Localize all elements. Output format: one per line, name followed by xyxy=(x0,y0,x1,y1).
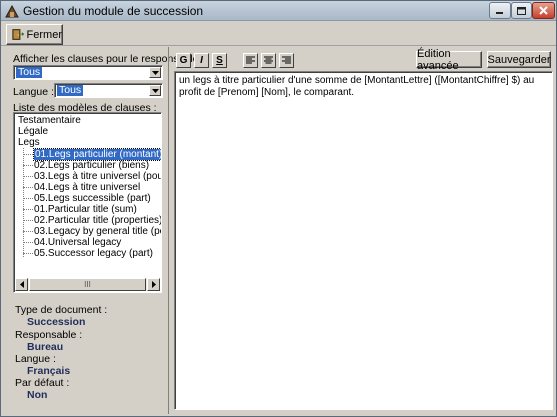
doc-type-value: Succession xyxy=(27,316,86,328)
clause-tree[interactable]: Testamentaire Légale Legs 01.Legs partic… xyxy=(13,112,162,293)
tree-connector xyxy=(23,231,33,232)
toolbar: Fermer xyxy=(1,22,556,46)
clause-text-editor[interactable]: un legs à titre particulier d'une somme … xyxy=(174,71,553,410)
maximize-button[interactable] xyxy=(511,2,532,19)
window-title: Gestion du module de succession xyxy=(23,4,204,18)
language-label: Langue : xyxy=(15,353,56,365)
align-left-button[interactable] xyxy=(243,53,258,68)
tree-item[interactable]: 01.Particular title (sum) xyxy=(34,204,137,215)
tree-item[interactable]: 03.Legs à titre universel (pourcentage) xyxy=(34,171,161,182)
app-icon xyxy=(5,4,19,18)
minimize-icon xyxy=(496,11,503,14)
bold-button[interactable]: G xyxy=(176,53,191,68)
save-button[interactable]: Sauvegarder xyxy=(487,51,551,68)
tree-connector xyxy=(23,187,33,188)
tree-item[interactable]: 02.Particular title (properties) xyxy=(34,215,161,226)
door-exit-icon xyxy=(12,29,24,40)
tree-connector xyxy=(23,253,33,254)
editor-panel: G I S Édition avancée Sauvegarder un leg… xyxy=(168,47,555,414)
left-panel: Afficher les clauses pour le responsable… xyxy=(5,47,204,414)
align-left-icon xyxy=(246,56,255,64)
fermer-label: Fermer xyxy=(26,28,62,41)
chevron-left-icon xyxy=(19,281,24,288)
maximize-icon xyxy=(517,6,526,15)
responsible-value: Bureau xyxy=(27,341,64,353)
main-window: Gestion du module de succession Fermer A… xyxy=(0,0,557,417)
tree-connector xyxy=(23,176,33,177)
tree-connector xyxy=(23,154,33,155)
responsible-select[interactable]: Tous xyxy=(13,65,163,80)
align-center-button[interactable] xyxy=(261,53,276,68)
tree-category[interactable]: Testamentaire xyxy=(18,115,81,126)
tree-connector xyxy=(23,220,33,221)
fermer-button[interactable]: Fermer xyxy=(6,24,63,45)
tree-item[interactable]: 05.Legs successible (part) xyxy=(34,193,151,204)
scroll-right-button[interactable] xyxy=(147,278,160,291)
tree-connector xyxy=(23,242,33,243)
close-icon xyxy=(539,6,548,15)
default-value: Non xyxy=(27,389,48,401)
align-center-icon xyxy=(264,56,273,64)
tree-connector xyxy=(23,165,33,166)
scroll-thumb[interactable]: III xyxy=(29,278,146,291)
default-label: Par défaut : xyxy=(15,377,70,389)
title-bar[interactable]: Gestion du module de succession xyxy=(1,1,556,21)
tree-connector xyxy=(23,209,33,210)
tree-item[interactable]: 02.Legs particulier (biens) xyxy=(34,160,149,171)
tree-item-selected[interactable]: 01.Legs particulier (montant) xyxy=(32,148,161,161)
tree-category[interactable]: Legs xyxy=(18,137,40,148)
language-select-value: Tous xyxy=(57,84,84,96)
chevron-down-icon[interactable] xyxy=(149,67,161,78)
horizontal-scrollbar[interactable]: III xyxy=(15,278,160,291)
tree-category[interactable]: Légale xyxy=(18,126,48,137)
language-filter-label: Langue : xyxy=(13,86,54,98)
responsible-label: Responsable : xyxy=(15,329,83,341)
tree-item[interactable]: 04.Legs à titre universel xyxy=(34,182,140,193)
scroll-left-button[interactable] xyxy=(15,278,28,291)
language-select[interactable]: Tous xyxy=(54,83,163,98)
chevron-right-icon xyxy=(151,281,156,288)
italic-button[interactable]: I xyxy=(194,53,209,68)
chevron-down-icon[interactable] xyxy=(149,85,161,96)
tree-item[interactable]: 05.Successor legacy (part) xyxy=(34,248,153,259)
tree-item[interactable]: 04.Universal legacy xyxy=(34,237,121,248)
underline-button[interactable]: S xyxy=(212,53,227,68)
close-window-button[interactable] xyxy=(532,2,555,19)
tree-connector xyxy=(23,198,33,199)
doc-type-label: Type de document : xyxy=(15,304,108,316)
minimize-button[interactable] xyxy=(489,2,511,19)
advanced-edit-button[interactable]: Édition avancée xyxy=(416,48,482,72)
responsible-select-value: Tous xyxy=(16,66,43,78)
language-value: Français xyxy=(27,365,71,377)
align-right-button[interactable] xyxy=(279,53,294,68)
align-right-icon xyxy=(282,56,291,64)
tree-item[interactable]: 03.Legacy by general title (percentage) xyxy=(34,226,161,237)
